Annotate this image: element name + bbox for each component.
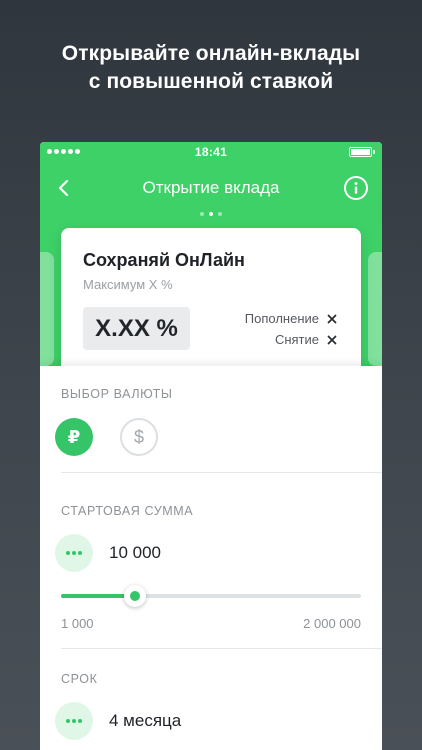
battery-icon: [349, 147, 375, 157]
amount-more-button[interactable]: [55, 534, 93, 572]
deposit-form: ВЫБОР ВАЛЮТЫ ₽ $ СТАРТОВАЯ СУММА 10 000 …: [40, 366, 382, 750]
currency-rub-button[interactable]: ₽: [55, 418, 93, 456]
deposit-title: Сохраняй ОнЛайн: [83, 250, 245, 270]
divider: [61, 472, 382, 473]
nav-bar: Открытие вклада: [40, 172, 382, 204]
option-label: Пополнение: [244, 311, 319, 326]
option-withdraw: Снятие: [275, 332, 337, 347]
cross-icon: [327, 335, 337, 344]
slider-min-label: 1 000: [61, 616, 94, 631]
pager-dots: [40, 212, 382, 216]
prev-card-peek[interactable]: [40, 252, 54, 366]
pager-dot: [218, 212, 222, 216]
start-amount-label: СТАРТОВАЯ СУММА: [61, 504, 194, 518]
promo-headline: Открывайте онлайн-вклады с повышенной ст…: [0, 40, 422, 96]
option-replenish: Пополнение: [245, 311, 337, 326]
deposit-card[interactable]: Сохраняй ОнЛайн Максимум X % X.XX % Попо…: [61, 228, 361, 388]
cross-icon: [327, 314, 337, 323]
promo-line-2: с повышенной ставкой: [88, 70, 334, 93]
deposit-subtitle: Максимум X %: [83, 277, 173, 292]
pager-dot: [200, 212, 204, 216]
term-more-button[interactable]: [55, 702, 93, 740]
promo-line-1: Открывайте онлайн-вклады: [61, 42, 361, 65]
start-amount-value[interactable]: 10 000: [109, 543, 161, 563]
slider-max-label: 2 000 000: [303, 616, 361, 631]
divider: [61, 648, 382, 649]
option-label: Снятие: [274, 332, 319, 347]
info-icon[interactable]: [344, 176, 368, 200]
more-icon: [66, 719, 82, 723]
slider-thumb[interactable]: [123, 585, 146, 607]
amount-slider[interactable]: [61, 585, 361, 607]
term-value[interactable]: 4 месяца: [109, 711, 181, 731]
currency-usd-button[interactable]: $: [120, 418, 158, 456]
more-icon: [66, 551, 82, 555]
next-card-peek[interactable]: [368, 252, 382, 366]
pager-dot-active: [209, 212, 213, 216]
rate-value: X.XX %: [83, 307, 190, 350]
nav-title: Открытие вклада: [142, 178, 280, 197]
status-bar: 18:41: [40, 142, 382, 162]
phone-screen: 18:41 Открытие вклада Сохраняй ОнЛайн Ма…: [40, 142, 382, 750]
term-label: СРОК: [61, 672, 98, 686]
currency-label: ВЫБОР ВАЛЮТЫ: [61, 387, 173, 401]
status-time: 18:41: [194, 145, 228, 159]
